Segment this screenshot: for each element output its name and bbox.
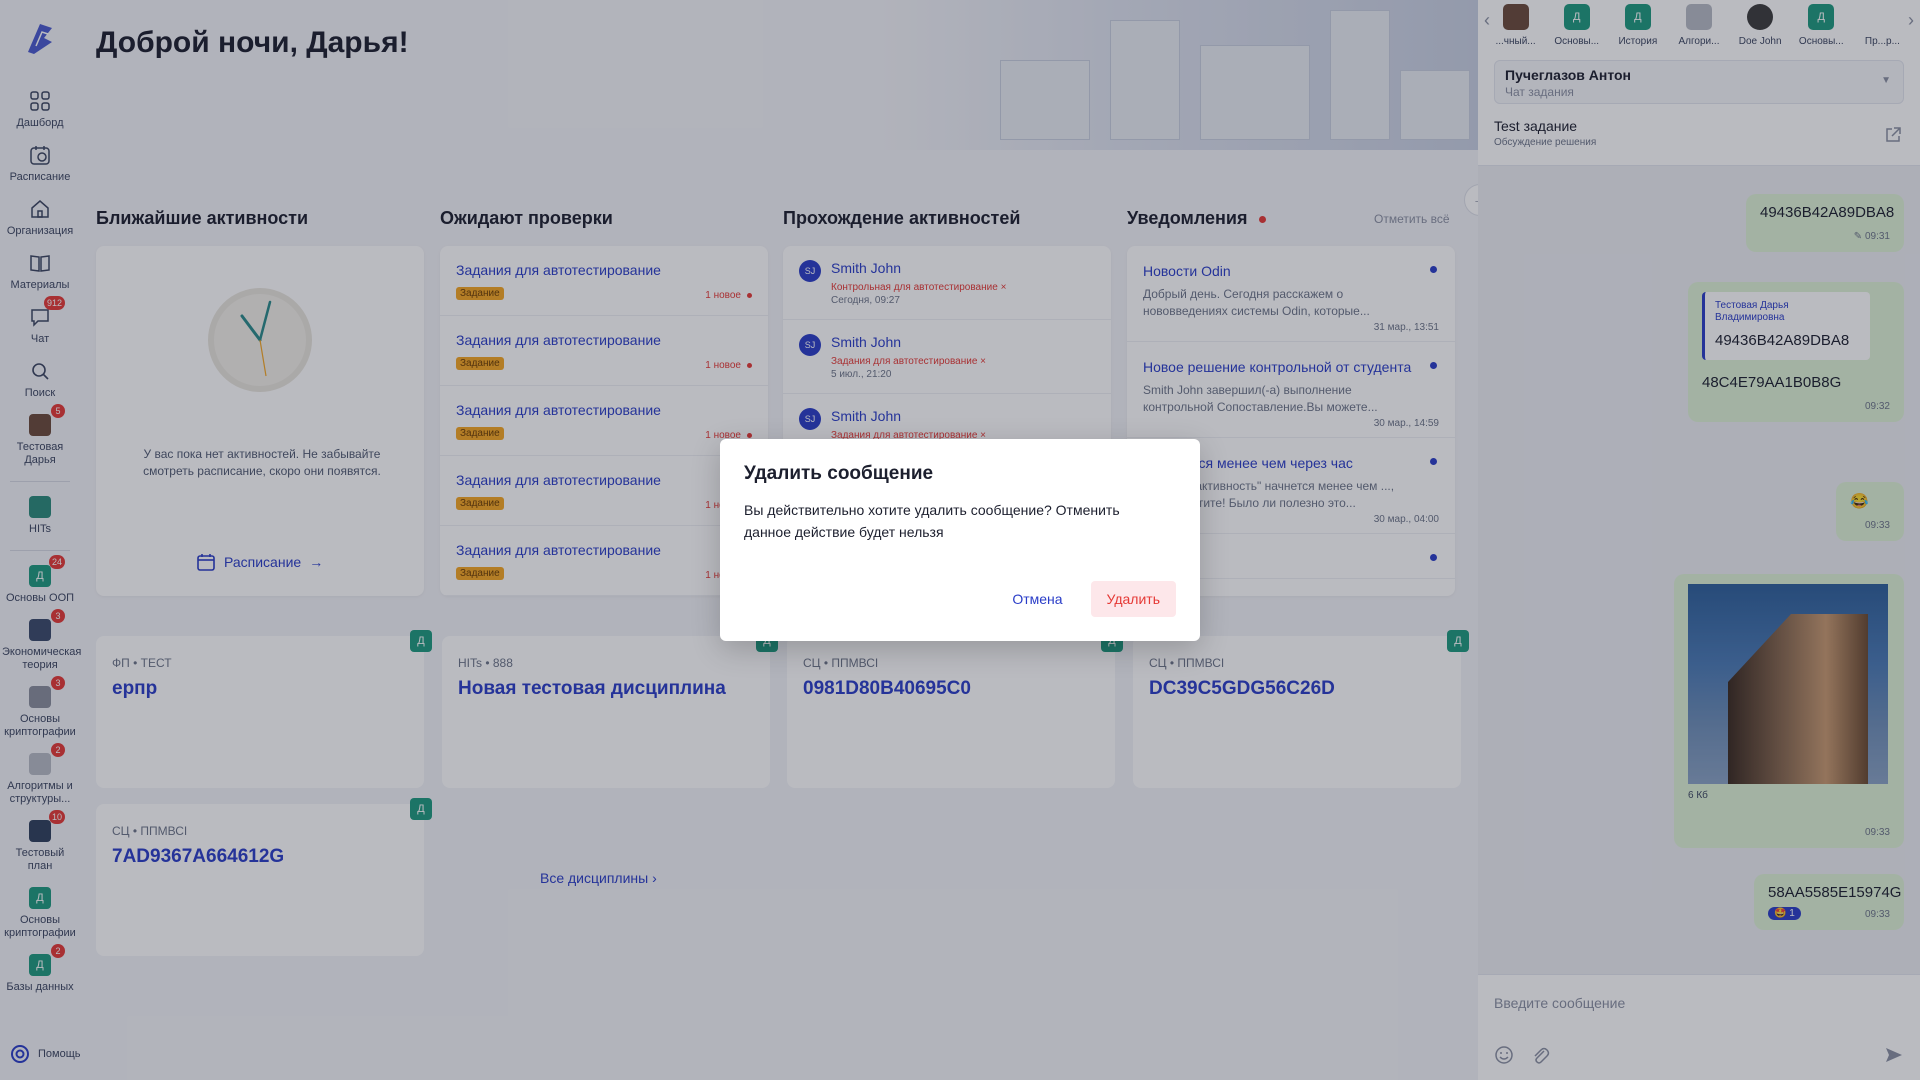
cancel-button[interactable]: Отмена <box>996 581 1078 617</box>
delete-message-dialog: Удалить сообщение Вы действительно хотит… <box>720 439 1200 641</box>
delete-button[interactable]: Удалить <box>1090 581 1176 617</box>
dialog-title: Удалить сообщение <box>744 463 934 484</box>
dialog-text: Вы действительно хотите удалить сообщени… <box>744 502 1120 540</box>
